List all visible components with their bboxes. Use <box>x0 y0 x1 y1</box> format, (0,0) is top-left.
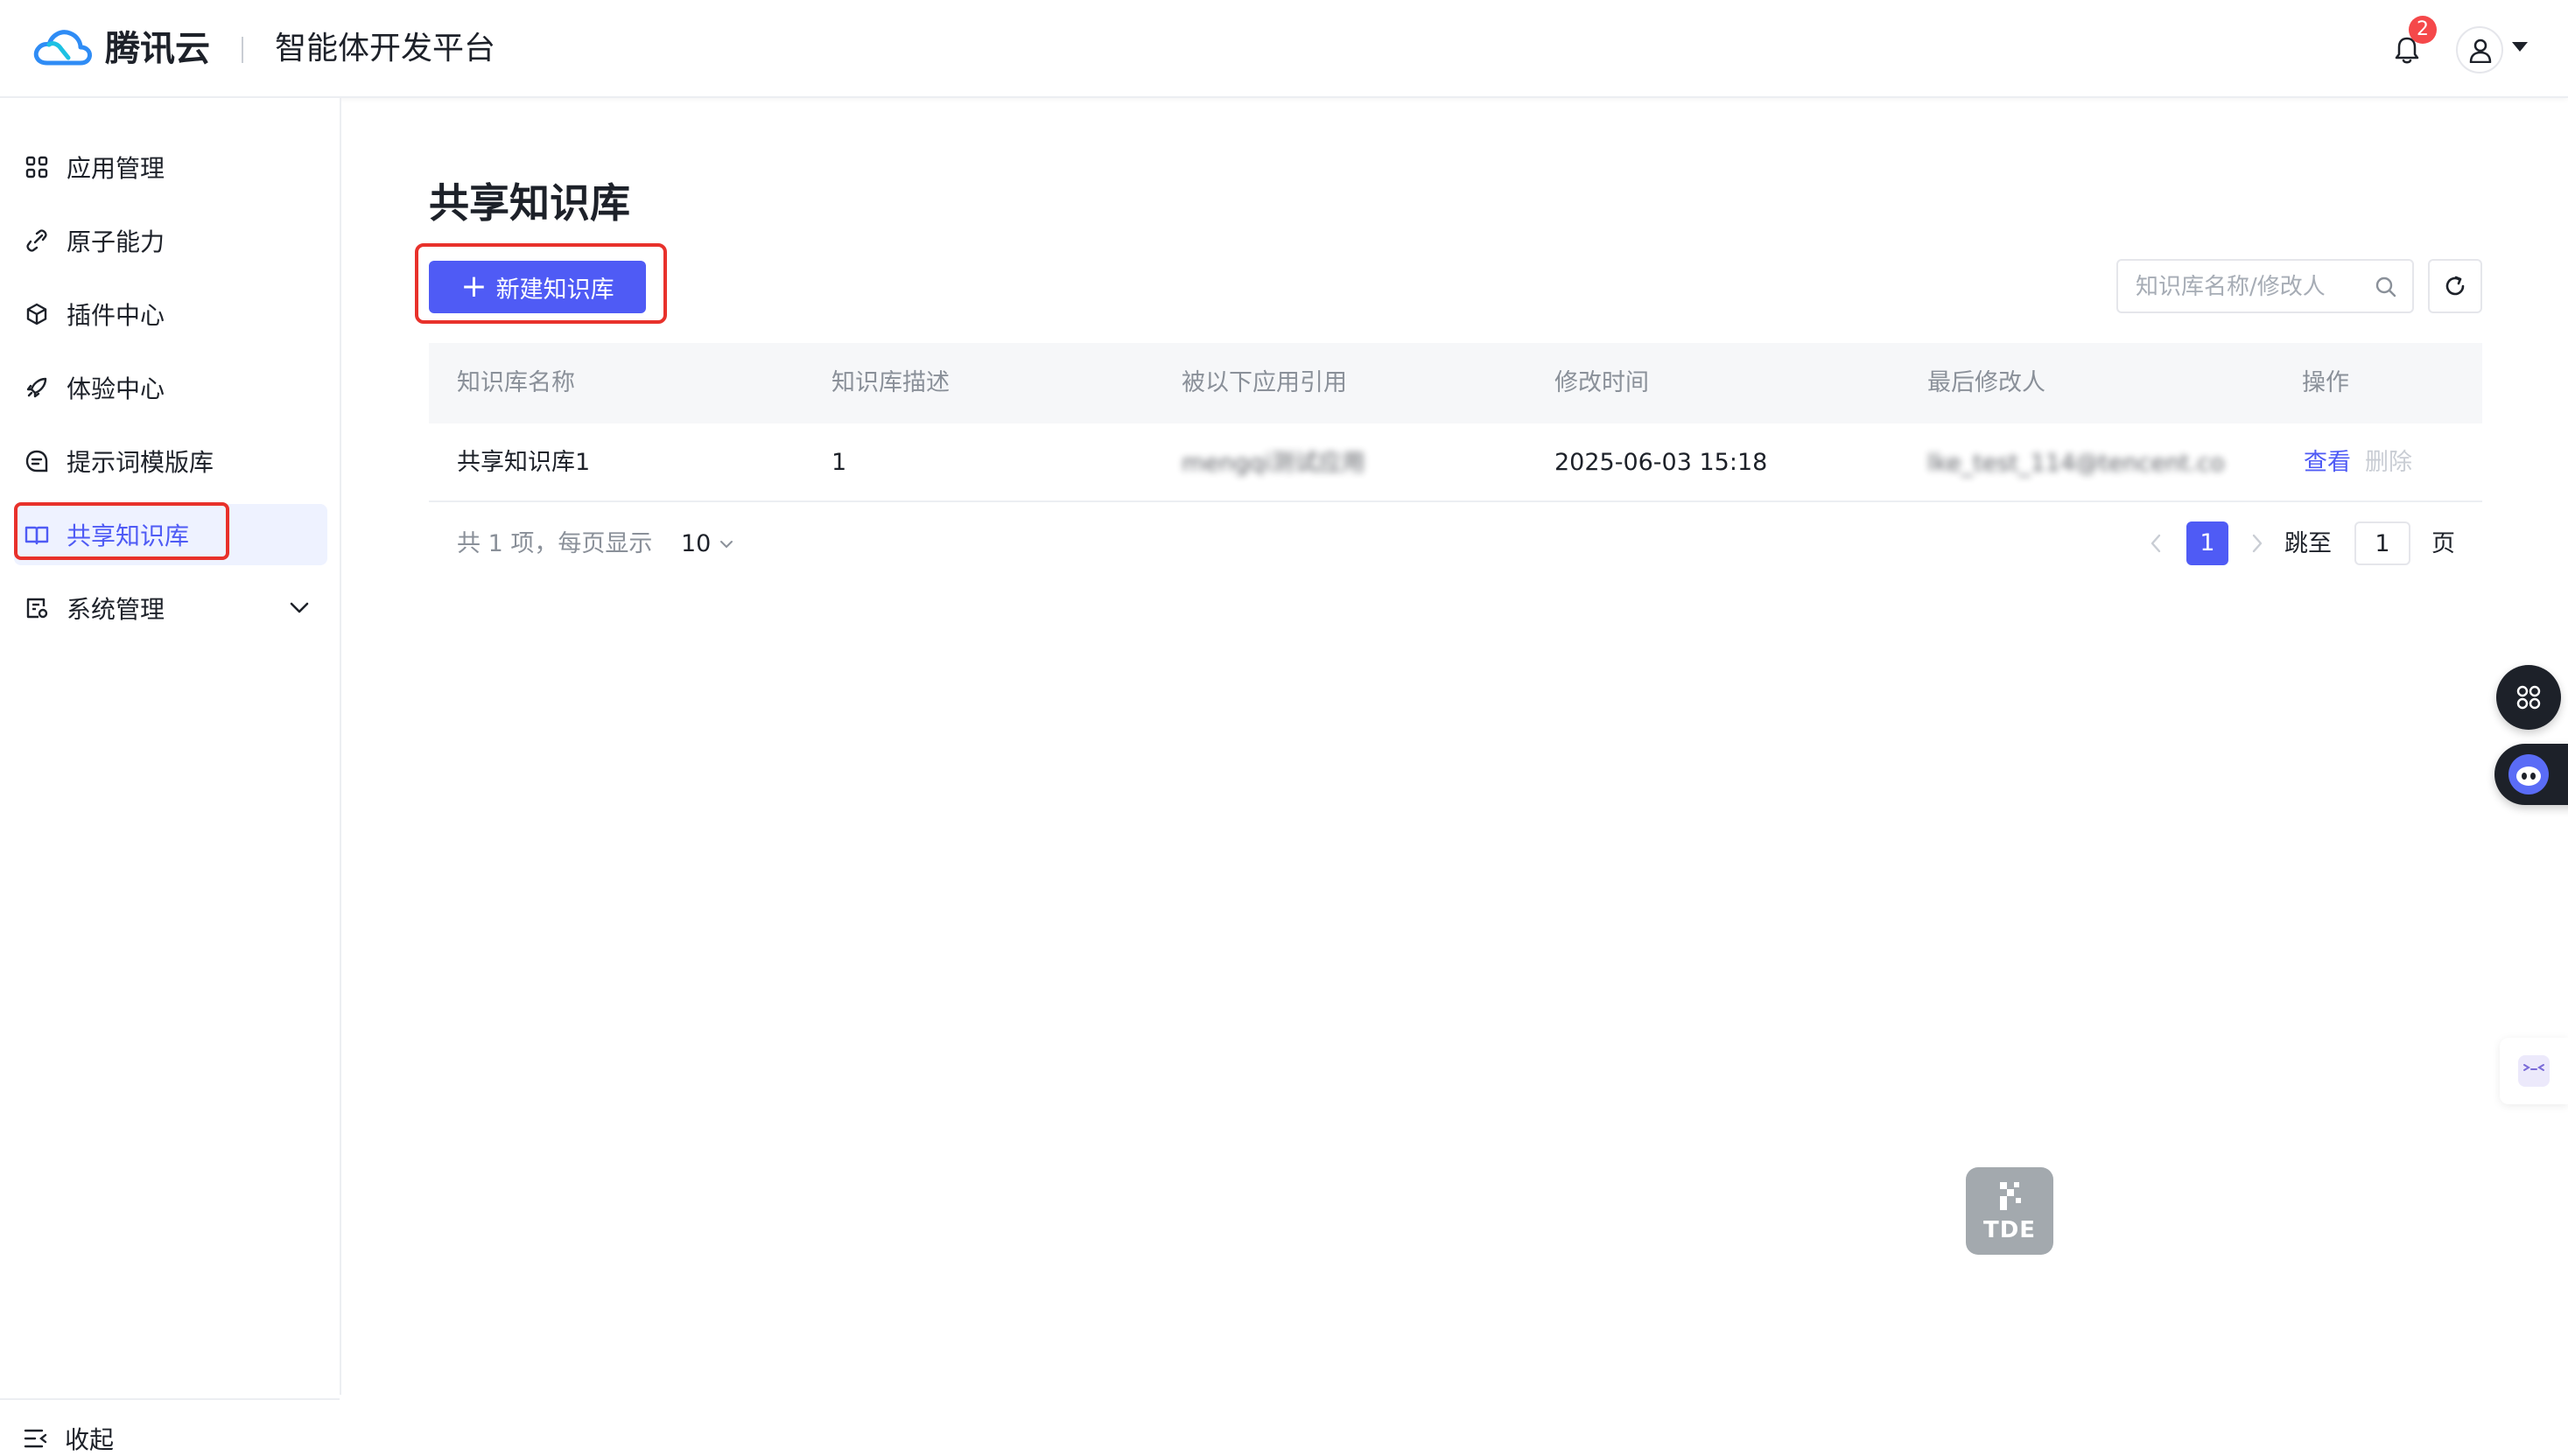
apps-icon <box>2516 685 2541 710</box>
collapse-icon <box>24 1429 47 1448</box>
sidebar-item-label: 原子能力 <box>67 228 165 256</box>
robot-icon <box>2508 754 2549 794</box>
tencent-cloud-logo[interactable] <box>30 23 95 72</box>
book-icon <box>23 521 51 549</box>
cell-name: 共享知识库1 <box>457 449 591 476</box>
chat-icon <box>23 447 51 475</box>
next-page-icon[interactable] <box>2248 528 2267 558</box>
floating-apps-button[interactable] <box>2496 665 2561 730</box>
sidebar-item-label: 系统管理 <box>67 595 165 624</box>
new-knowledge-base-button[interactable]: + 新建知识库 <box>429 261 646 313</box>
tde-logo-icon <box>2000 1182 2021 1210</box>
chevron-down-icon <box>720 541 733 549</box>
column-header: 知识库名称 <box>457 369 575 396</box>
sidebar-item-label: 体验中心 <box>67 374 165 403</box>
user-icon <box>2469 38 2492 63</box>
page-number-current[interactable]: 1 <box>2186 522 2228 565</box>
collapse-label: 收起 <box>65 1425 115 1454</box>
sidebar-item-label: 插件中心 <box>67 301 165 330</box>
sidebar-item-shared-knowledge-base[interactable]: 共享知识库 <box>14 504 327 565</box>
jump-page-input[interactable] <box>2354 522 2410 565</box>
settings-doc-icon <box>23 594 51 622</box>
sidebar-item-label: 提示词模版库 <box>67 448 214 477</box>
column-header: 操作 <box>2302 369 2349 396</box>
page-title: 共享知识库 <box>429 179 630 227</box>
sidebar-divider <box>0 1398 340 1400</box>
sidebar-item-prompt-library[interactable]: 提示词模版库 <box>14 430 327 492</box>
collapse-button[interactable]: 收起 <box>23 1421 114 1456</box>
cube-icon <box>23 300 51 328</box>
column-header: 知识库描述 <box>831 369 950 396</box>
expression-icon <box>2518 1055 2550 1087</box>
page-size-value: 10 <box>681 530 712 557</box>
floating-assistant-button[interactable] <box>2494 744 2568 805</box>
sidebar-item-label: 共享知识库 <box>67 522 190 550</box>
plus-icon: + <box>460 269 488 304</box>
cell-referenced-by: mengqi测试应用 <box>1182 450 1365 477</box>
platform-title: 智能体开发平台 <box>275 31 496 66</box>
avatar[interactable] <box>2456 26 2503 74</box>
sidebar: 应用管理 原子能力 插件中心 体验中心 提示词模版库 共享知识库 系统管理 收起 <box>0 98 341 1454</box>
tde-watermark: TDE <box>1966 1167 2053 1255</box>
sidebar-item-system-management[interactable]: 系统管理 <box>14 578 327 639</box>
column-header: 修改时间 <box>1554 369 1649 396</box>
tde-label: TDE <box>1982 1217 2037 1243</box>
delete-link[interactable]: 删除 <box>2365 424 2412 502</box>
table-row: 共享知识库1 1 mengqi测试应用 2025-06-03 15:18 lke… <box>429 424 2482 502</box>
jump-label: 跳至 <box>2284 530 2332 557</box>
cell-last-modifier: lke_test_114@tencent.com <box>1927 450 2225 477</box>
notification-badge: 2 <box>2409 16 2437 44</box>
link-icon <box>23 227 51 255</box>
table-header: 知识库名称 知识库描述 被以下应用引用 修改时间 最后修改人 操作 <box>429 343 2482 424</box>
sidebar-item-label: 应用管理 <box>67 154 165 183</box>
grid-icon <box>23 153 51 181</box>
refresh-button[interactable] <box>2428 259 2482 313</box>
sidebar-item-atomic-capability[interactable]: 原子能力 <box>14 210 327 271</box>
search-icon[interactable] <box>2374 275 2398 299</box>
header-divider <box>242 37 243 63</box>
new-knowledge-base-label: 新建知识库 <box>495 276 614 304</box>
top-header: 腾讯云 智能体开发平台 2 <box>0 0 2568 98</box>
page-unit-label: 页 <box>2431 530 2455 557</box>
cell-description: 1 <box>831 449 847 476</box>
column-header: 被以下应用引用 <box>1182 369 1347 396</box>
search-input[interactable] <box>2136 271 2363 303</box>
user-menu-caret-icon[interactable] <box>2512 42 2528 52</box>
sidebar-item-plugin-center[interactable]: 插件中心 <box>14 284 327 345</box>
sidebar-item-experience-center[interactable]: 体验中心 <box>14 357 327 418</box>
search-box <box>2116 259 2414 313</box>
sidebar-item-app-management[interactable]: 应用管理 <box>14 136 327 198</box>
rocket-icon <box>23 374 51 402</box>
chevron-down-icon[interactable] <box>289 598 310 616</box>
refresh-icon <box>2445 276 2465 296</box>
page-size-select[interactable]: 10 <box>681 528 733 560</box>
pagination-total: 共 1 项，每页显示 <box>457 530 653 557</box>
view-link[interactable]: 查看 <box>2304 424 2351 502</box>
floating-side-tab[interactable] <box>2500 1038 2568 1104</box>
cell-modified-time: 2025-06-03 15:18 <box>1554 449 1768 476</box>
prev-page-icon[interactable] <box>2146 528 2165 558</box>
brand-name: 腾讯云 <box>105 29 210 69</box>
column-header: 最后修改人 <box>1927 369 2045 396</box>
